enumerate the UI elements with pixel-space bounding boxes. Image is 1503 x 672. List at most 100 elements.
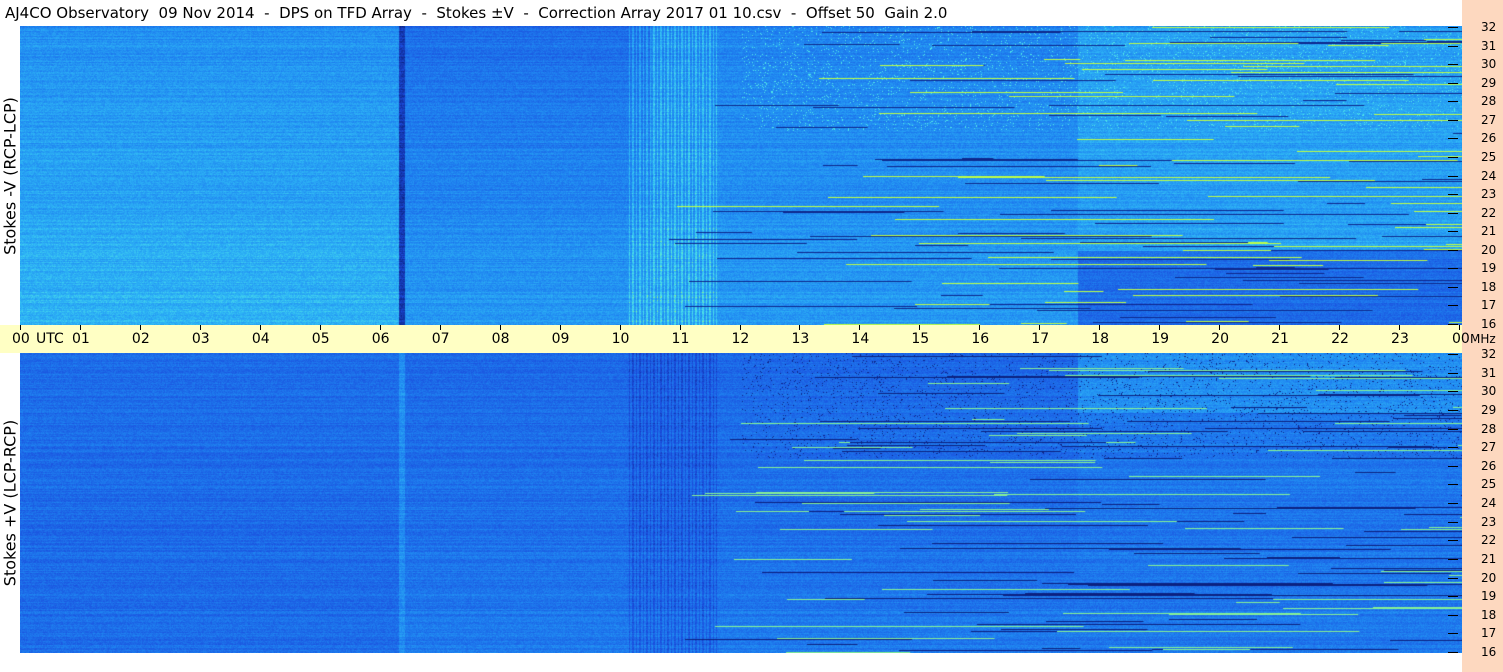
freq-tick (1448, 503, 1458, 504)
time-tick-label: 21 (1271, 331, 1289, 347)
freq-tick (1448, 231, 1458, 233)
freq-tick (1448, 633, 1458, 635)
utc-time-axis: 00 01 02 03 04 05 06 07 08 09 10 11 12 13 14 15 16 17 18 19… (0, 325, 1470, 353)
time-tick (1219, 325, 1221, 330)
freq-tick-label: 20 (1481, 570, 1497, 585)
freq-tick (1448, 212, 1458, 214)
freq-tick-label: 23 (1481, 187, 1497, 202)
freq-tick-label: 26 (1481, 131, 1497, 146)
freq-tick-label: 18 (1481, 279, 1497, 294)
time-tick (139, 325, 141, 330)
freq-tick (1448, 577, 1458, 579)
time-tick-label: 15 (911, 331, 930, 347)
freq-tick (1448, 354, 1458, 355)
freq-tick (1448, 194, 1458, 196)
freq-tick (1448, 64, 1458, 66)
freq-tick-label: 30 (1481, 57, 1497, 72)
time-tick-label: 18 (1091, 331, 1110, 347)
time-tick (319, 325, 321, 330)
freq-tick-label: 23 (1481, 514, 1497, 529)
time-tick-label: 11 (671, 331, 690, 347)
time-tick (499, 325, 501, 330)
time-tick-label: 16 (971, 331, 990, 347)
freq-tick (1448, 521, 1458, 523)
freq-tick-label: 19 (1481, 589, 1497, 604)
top-ylabel-text: Stokes -V (RCP-LCP) (0, 96, 20, 255)
freq-tick (1448, 119, 1458, 121)
time-tick-label: 14 (851, 331, 870, 347)
time-tick (1399, 325, 1401, 330)
time-tick-label: 23 (1391, 331, 1409, 347)
bottom-margin (0, 653, 1462, 672)
time-tick-label: 05 (311, 331, 330, 347)
freq-tick-label: 29 (1481, 402, 1497, 417)
time-tick (79, 325, 81, 330)
time-tick-label: 02 (131, 331, 150, 347)
freq-tick-label: 24 (1481, 168, 1497, 183)
bottom-spectrogram (20, 353, 1462, 653)
time-tick-label: 01 (71, 331, 90, 347)
freq-tick-label: 31 (1481, 38, 1497, 53)
time-tick (1459, 325, 1460, 330)
time-tick-label: 00 (12, 331, 30, 347)
freq-tick (1448, 465, 1458, 467)
freq-tick-label: 30 (1481, 384, 1497, 399)
freq-tick (1448, 428, 1458, 430)
freq-tick (1448, 268, 1458, 270)
freq-tick-label: 25 (1481, 477, 1497, 492)
freq-tick (1448, 540, 1458, 542)
freq-tick (1448, 175, 1458, 177)
freq-tick-label: 32 (1481, 347, 1497, 361)
time-tick (859, 325, 861, 330)
time-tick (559, 325, 561, 330)
freq-tick-label: 26 (1481, 458, 1497, 473)
freq-tick-label: 16 (1481, 645, 1497, 659)
freq-tick-label: 24 (1481, 496, 1497, 510)
freq-tick (1448, 614, 1458, 616)
time-tick-label: 04 (251, 331, 270, 347)
time-tick-label: 10 (611, 331, 630, 347)
time-tick (979, 325, 981, 330)
freq-tick (1448, 101, 1458, 103)
time-tick-label: 08 (491, 331, 510, 347)
chart-title: AJ4CO Observatory 09 Nov 2014 - DPS on T… (0, 0, 1462, 26)
freq-tick-label: 22 (1481, 533, 1497, 548)
freq-tick (1448, 409, 1458, 411)
freq-tick-label: 31 (1481, 365, 1497, 380)
time-tick-label: 17 (1031, 331, 1050, 347)
freq-tick (1448, 138, 1458, 140)
freq-tick-label: 28 (1481, 94, 1497, 109)
time-tick (739, 325, 741, 330)
freq-tick-label: 20 (1481, 242, 1497, 257)
time-tick-label: 00 (1452, 331, 1470, 347)
freq-tick-label: 17 (1481, 626, 1497, 641)
freq-tick-label: 19 (1481, 261, 1497, 276)
time-tick-label: 03 (191, 331, 210, 347)
time-tick (259, 325, 261, 330)
freq-tick-label: 29 (1481, 75, 1497, 90)
time-tick (1159, 325, 1161, 330)
freq-tick-label: 21 (1481, 224, 1497, 239)
time-tick (379, 325, 381, 330)
freq-tick (1448, 82, 1458, 84)
freq-tick (1448, 305, 1458, 307)
freq-tick-label: 21 (1481, 551, 1497, 566)
bottom-ylabel-text: Stokes +V (LCP-RCP) (0, 419, 20, 587)
freq-tick-label: 16 (1481, 317, 1497, 331)
time-tick (1039, 325, 1041, 330)
time-tick (439, 325, 441, 330)
top-frequency-axis: 32 31 30 29 28 27 26 25 24 23 22 21 20 19 18 17 16 (1447, 20, 1503, 331)
freq-tick-label: 27 (1481, 440, 1497, 455)
time-tick-label: 09 (551, 331, 570, 347)
time-tick-label: 22 (1331, 331, 1349, 347)
time-tick (1339, 325, 1341, 330)
freq-tick (1448, 558, 1458, 560)
freq-tick-label: 27 (1481, 112, 1497, 127)
freq-tick-label: 28 (1481, 421, 1497, 436)
time-tick-label: 12 (731, 331, 750, 347)
time-tick (1279, 325, 1281, 330)
time-tick-label: 20 (1211, 331, 1229, 347)
bottom-frequency-axis: 32 31 30 29 28 27 26 25 24 23 22 21 20 19 18 17 16 (1447, 347, 1503, 659)
time-tick (619, 325, 621, 330)
freq-tick (1448, 372, 1458, 374)
